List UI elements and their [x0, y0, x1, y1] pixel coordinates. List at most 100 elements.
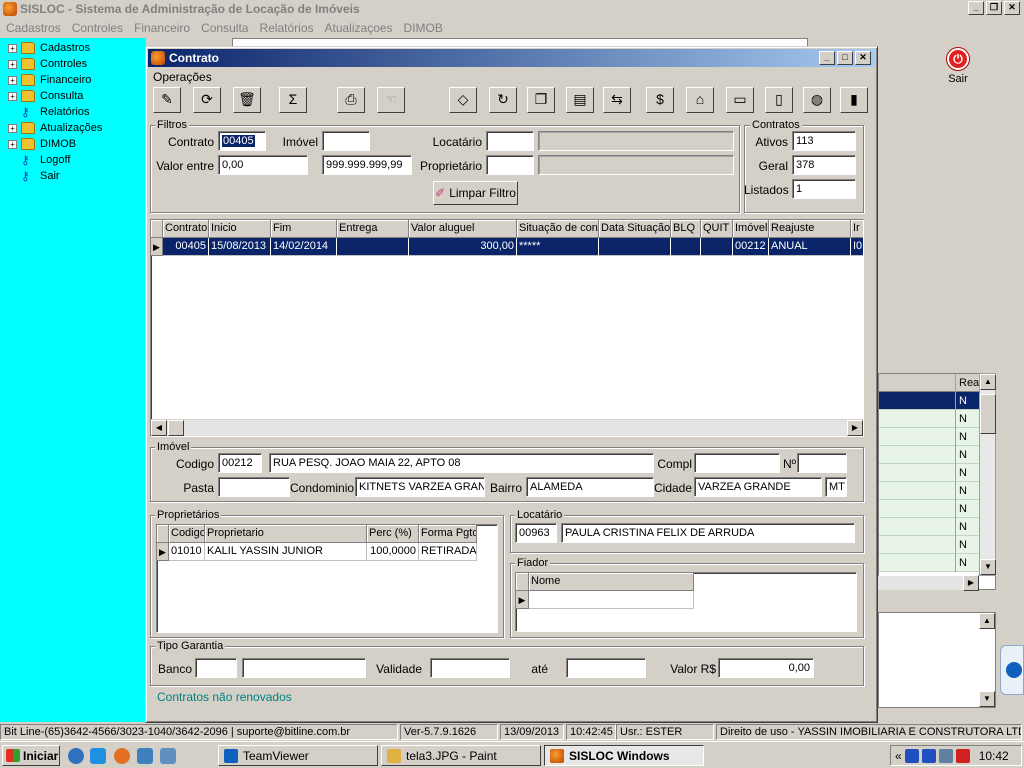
close-button[interactable]: ✕: [1004, 1, 1020, 15]
grid-cell[interactable]: I0: [851, 238, 863, 256]
network-2-icon[interactable]: [921, 748, 936, 763]
toolbar-button-refresh-doc[interactable]: ⟳: [193, 87, 221, 113]
bairro-field[interactable]: ALAMEDA: [526, 477, 654, 497]
expand-icon[interactable]: +: [8, 59, 17, 69]
tree-item-consulta[interactable]: + Consulta: [8, 88, 83, 104]
grid-cell[interactable]: 15/08/2013: [209, 238, 271, 256]
valor-garantia-field[interactable]: 0,00: [718, 658, 814, 678]
bg-table-row[interactable]: N: [879, 518, 995, 536]
menu-dimob[interactable]: DIMOB: [404, 21, 443, 35]
compl-field[interactable]: [694, 453, 780, 473]
tree-item-atualizacoes[interactable]: + Atualizações: [8, 120, 102, 136]
grid-cell[interactable]: ANUAL: [769, 238, 851, 256]
valor-max-input[interactable]: 999.999.999,99: [322, 155, 412, 175]
toolbar-button-document[interactable]: ▯: [765, 87, 793, 113]
dialog-minimize-button[interactable]: _: [819, 51, 835, 65]
tree-item-cadastros[interactable]: + Cadastros: [8, 40, 90, 56]
bg-table-row[interactable]: N: [879, 464, 995, 482]
tree-item-dimob[interactable]: + DIMOB: [8, 136, 76, 152]
tree-item-sair[interactable]: ⚷ Sair: [8, 168, 60, 184]
prop-cell[interactable]: RETIRADA: [419, 543, 477, 561]
grid-col-10[interactable]: Reajuste: [769, 220, 851, 238]
imovel-input[interactable]: [322, 131, 370, 151]
toolbar-button-red-cycle[interactable]: ↻: [489, 87, 517, 113]
scroll-down-icon[interactable]: ▼: [980, 559, 996, 575]
grid-col-3[interactable]: Entrega: [337, 220, 409, 238]
app-titlebar[interactable]: SISLOC - Sistema de Administração de Loc…: [0, 0, 1024, 18]
scroll-left-icon[interactable]: ◀: [151, 420, 167, 436]
toolbar-button-hand[interactable]: ☜: [377, 87, 405, 113]
toolbar-button-globe[interactable]: ◍: [803, 87, 831, 113]
grid-cell[interactable]: [701, 238, 733, 256]
network-icon[interactable]: [904, 748, 919, 763]
scroll-up-icon[interactable]: ▲: [980, 374, 996, 390]
grid-cell[interactable]: [337, 238, 409, 256]
proprietario-code-input[interactable]: [486, 155, 534, 175]
condominio-field[interactable]: KITNETS VARZEA GRAN: [355, 477, 485, 497]
grid-horizontal-scrollbar[interactable]: ◀ ▶: [151, 419, 863, 436]
tree-item-relatorios[interactable]: ⚷ Relatórios: [8, 104, 90, 120]
bg-table-row[interactable]: N: [879, 482, 995, 500]
grid-col-11[interactable]: Ir: [851, 220, 863, 238]
menu-relatorios[interactable]: Relatórios: [259, 21, 313, 35]
toolbar-button-copy[interactable]: ❐: [527, 87, 555, 113]
restore-button[interactable]: ❐: [986, 1, 1002, 15]
ate-field[interactable]: [566, 658, 646, 678]
firefox-icon[interactable]: [114, 748, 130, 764]
tray-expand-icon[interactable]: «: [895, 749, 902, 763]
valor-min-input[interactable]: 0,00: [218, 155, 308, 175]
expand-icon[interactable]: +: [8, 91, 17, 101]
security-icon[interactable]: [938, 748, 953, 763]
bg-table-row[interactable]: N: [879, 500, 995, 518]
menu-consulta[interactable]: Consulta: [201, 21, 248, 35]
grid-col-2[interactable]: Fim: [271, 220, 337, 238]
grid-cell[interactable]: 00405: [163, 238, 209, 256]
grid-col-0[interactable]: Contrato: [163, 220, 209, 238]
adobe-icon[interactable]: [955, 748, 970, 763]
grid-cell[interactable]: 14/02/2014: [271, 238, 337, 256]
grid-cell[interactable]: 300,00: [409, 238, 517, 256]
prop-col-2[interactable]: Perc (%): [367, 525, 419, 543]
pasta-field[interactable]: [218, 477, 290, 497]
toolbar-button-stack[interactable]: ▤: [566, 87, 594, 113]
expand-icon[interactable]: +: [8, 75, 17, 85]
task-sisloc[interactable]: SISLOC Windows: [544, 745, 704, 766]
task-paint[interactable]: tela3.JPG - Paint: [381, 745, 541, 766]
bg-table-row[interactable]: N: [879, 446, 995, 464]
grid-col-9[interactable]: Imóvel: [733, 220, 769, 238]
grid-col-5[interactable]: Situação de con: [517, 220, 599, 238]
expand-icon[interactable]: +: [8, 123, 17, 133]
bg-table-row[interactable]: N: [879, 536, 995, 554]
banco-code-field[interactable]: [195, 658, 237, 678]
scroll-right-icon[interactable]: ▶: [963, 575, 979, 591]
background-hscroll[interactable]: ▶: [878, 575, 979, 591]
minimize-button[interactable]: _: [968, 1, 984, 15]
grid-cell[interactable]: 00212: [733, 238, 769, 256]
prop-cell[interactable]: 100,0000: [367, 543, 419, 561]
cidade-field[interactable]: VARZEA GRANDE: [694, 477, 822, 497]
scroll-right-icon[interactable]: ▶: [847, 420, 863, 436]
toolbar-button-sum[interactable]: Σ: [279, 87, 307, 113]
validade-field[interactable]: [430, 658, 510, 678]
limpar-filtro-button[interactable]: ✐ Limpar Filtro: [433, 181, 518, 205]
grid-col-7[interactable]: BLQ: [671, 220, 701, 238]
prop-cell[interactable]: KALIL YASSIN JUNIOR: [205, 543, 367, 561]
fiador-col-nome[interactable]: Nome: [529, 573, 694, 591]
menu-controles[interactable]: Controles: [72, 21, 123, 35]
locatario-code-input[interactable]: [486, 131, 534, 151]
fiador-new-row[interactable]: [529, 591, 694, 609]
memo-scroll-up-icon[interactable]: ▲: [979, 613, 995, 629]
locatario-nome-field[interactable]: PAULA CRISTINA FELIX DE ARRUDA: [561, 523, 855, 543]
fiador-grid[interactable]: Nome ▶: [515, 572, 857, 632]
grid-col-4[interactable]: Valor aluguel: [409, 220, 517, 238]
memo-scroll-down-icon[interactable]: ▼: [979, 691, 995, 707]
task-teamviewer[interactable]: TeamViewer: [218, 745, 378, 766]
show-desktop-icon[interactable]: [160, 748, 176, 764]
toolbar-button-tag[interactable]: ◇: [449, 87, 477, 113]
bg-table-row[interactable]: N: [879, 410, 995, 428]
grid-col-6[interactable]: Data Situação: [599, 220, 671, 238]
status-message[interactable]: Contratos não renovados: [157, 690, 292, 704]
contrato-input[interactable]: 00405: [218, 131, 266, 151]
expand-icon[interactable]: +: [8, 139, 17, 149]
tree-item-controles[interactable]: + Controles: [8, 56, 87, 72]
